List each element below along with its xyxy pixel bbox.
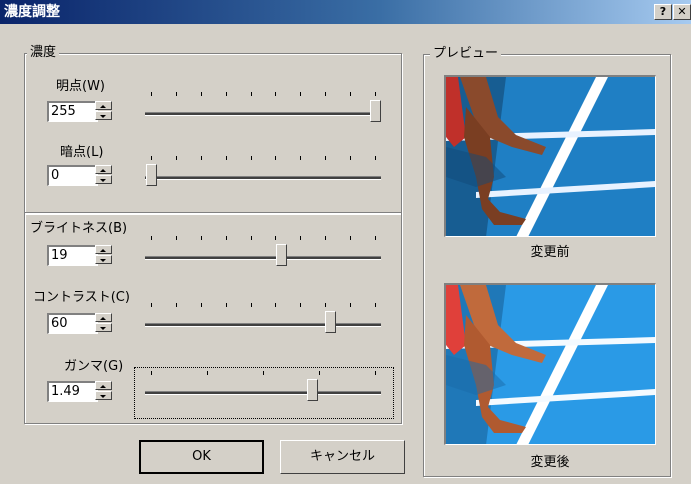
- slider-tick: [375, 303, 376, 307]
- slider-track[interactable]: [145, 256, 381, 260]
- slider-tick: [300, 303, 301, 307]
- slider-tick: [176, 156, 177, 160]
- brightness-down-arrow-icon[interactable]: [95, 255, 112, 264]
- slider-tick: [201, 303, 202, 307]
- slider-tick: [300, 156, 301, 160]
- slider-tick: [226, 92, 227, 96]
- slider-tick: [325, 92, 326, 96]
- slider-tick: [201, 236, 202, 240]
- slider-tick: [201, 92, 202, 96]
- highlight-down-arrow-icon[interactable]: [95, 111, 112, 120]
- slider-tick: [151, 303, 152, 307]
- slider-tick: [251, 156, 252, 160]
- slider-tick: [300, 92, 301, 96]
- preview-before-image: [444, 75, 656, 237]
- slider-tick: [251, 303, 252, 307]
- brightness-slider[interactable]: [143, 230, 383, 272]
- slider-tick: [207, 371, 208, 375]
- contrast-up-arrow-icon[interactable]: [95, 313, 112, 322]
- preview-group-legend: プレビュー: [430, 46, 502, 62]
- slider-tick: [375, 156, 376, 160]
- slider-tick: [325, 303, 326, 307]
- slider-tick: [375, 92, 376, 96]
- slider-tick: [226, 236, 227, 240]
- gamma-label: ガンマ(G): [64, 359, 124, 374]
- gamma-slider[interactable]: [143, 365, 383, 407]
- highlight-up-arrow-icon[interactable]: [95, 101, 112, 110]
- slider-tick: [176, 92, 177, 96]
- slider-thumb[interactable]: [146, 164, 157, 186]
- slider-track[interactable]: [145, 323, 381, 327]
- slider-tick: [350, 92, 351, 96]
- slider-thumb[interactable]: [325, 311, 336, 333]
- slider-tick: [325, 156, 326, 160]
- shadow-input[interactable]: [47, 165, 98, 186]
- before-caption: 変更前: [530, 245, 570, 260]
- slider-thumb[interactable]: [276, 244, 287, 266]
- slider-tick: [151, 156, 152, 160]
- slider-thumb[interactable]: [370, 100, 381, 122]
- contrast-slider[interactable]: [143, 297, 383, 339]
- slider-tick: [325, 236, 326, 240]
- slider-thumb[interactable]: [307, 379, 318, 401]
- slider-tick: [251, 236, 252, 240]
- slider-tick: [350, 236, 351, 240]
- slider-track[interactable]: [145, 391, 381, 395]
- preview-after-image: [444, 283, 656, 445]
- slider-tick: [375, 371, 376, 375]
- slider-tick: [226, 303, 227, 307]
- slider-tick: [275, 303, 276, 307]
- after-caption: 変更後: [530, 455, 570, 470]
- brightness-up-arrow-icon[interactable]: [95, 245, 112, 254]
- window-title: 濃度調整: [4, 4, 60, 20]
- close-icon: ✕: [677, 5, 687, 18]
- slider-track[interactable]: [145, 176, 381, 180]
- shadow-label: 暗点(L): [60, 145, 104, 160]
- contrast-input[interactable]: [47, 313, 98, 334]
- gamma-up-arrow-icon[interactable]: [95, 381, 112, 390]
- slider-tick: [151, 92, 152, 96]
- shadow-down-arrow-icon[interactable]: [95, 175, 112, 184]
- slider-tick: [176, 303, 177, 307]
- highlight-slider[interactable]: [143, 86, 383, 128]
- slider-tick: [201, 156, 202, 160]
- brightness-input[interactable]: [47, 245, 98, 266]
- gamma-input[interactable]: [47, 381, 98, 402]
- title-bar[interactable]: 濃度調整 ? ✕: [0, 0, 691, 24]
- slider-tick: [350, 303, 351, 307]
- slider-tick: [151, 371, 152, 375]
- highlight-label: 明点(W): [56, 79, 105, 94]
- slider-tick: [251, 92, 252, 96]
- slider-tick: [275, 236, 276, 240]
- before-photo: [446, 77, 655, 236]
- slider-tick: [263, 371, 264, 375]
- help-icon: ?: [659, 5, 667, 18]
- highlight-input[interactable]: [47, 101, 98, 122]
- density-group-legend: 濃度: [27, 45, 60, 61]
- slider-tick: [350, 156, 351, 160]
- slider-tick: [375, 236, 376, 240]
- ok-button[interactable]: OK: [139, 440, 264, 474]
- after-photo: [446, 285, 655, 444]
- slider-tick: [300, 236, 301, 240]
- cancel-button[interactable]: キャンセル: [280, 440, 405, 474]
- slider-tick: [275, 92, 276, 96]
- slider-track[interactable]: [145, 112, 381, 116]
- slider-tick: [319, 371, 320, 375]
- shadow-up-arrow-icon[interactable]: [95, 165, 112, 174]
- slider-tick: [176, 236, 177, 240]
- contrast-down-arrow-icon[interactable]: [95, 323, 112, 332]
- shadow-slider[interactable]: [143, 150, 383, 192]
- brightness-label: ブライトネス(B): [30, 221, 128, 236]
- contrast-label: コントラスト(C): [33, 290, 130, 305]
- slider-tick: [226, 156, 227, 160]
- gamma-down-arrow-icon[interactable]: [95, 391, 112, 400]
- slider-tick: [151, 236, 152, 240]
- close-button[interactable]: ✕: [673, 4, 691, 20]
- help-button[interactable]: ?: [654, 4, 672, 20]
- slider-tick: [275, 156, 276, 160]
